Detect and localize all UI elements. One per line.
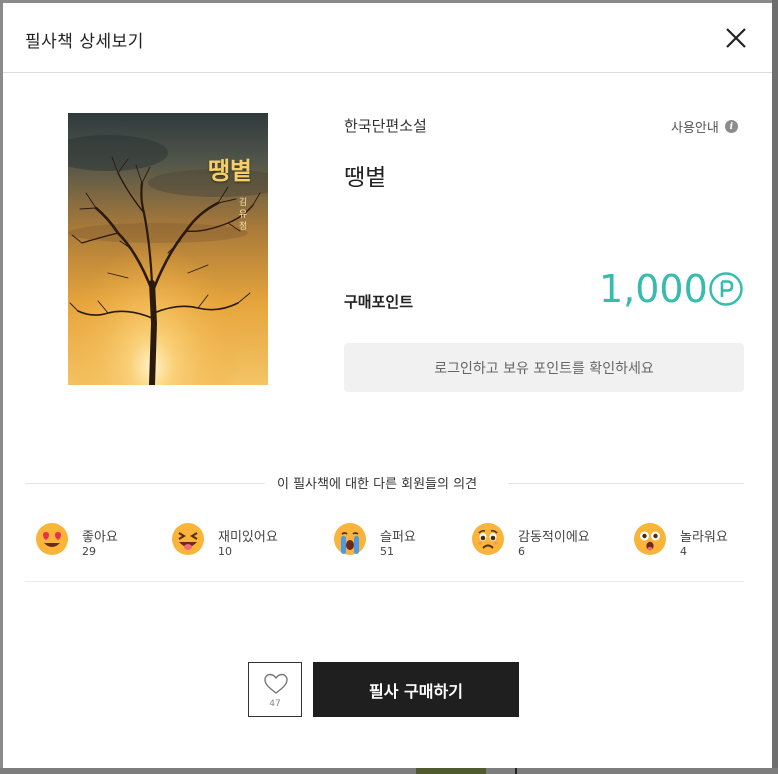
divider bbox=[508, 483, 744, 484]
usage-guide-label: 사용안내 bbox=[671, 121, 719, 136]
like-count: 47 bbox=[269, 699, 281, 709]
reaction-moved[interactable]: 감동적이에요 6 bbox=[461, 518, 611, 568]
reaction-count: 51 bbox=[380, 545, 394, 558]
like-button[interactable]: 47 bbox=[248, 662, 302, 717]
backdrop-right bbox=[772, 0, 778, 774]
cover-author: 김유정 bbox=[238, 198, 248, 232]
reaction-sad[interactable]: 슬퍼요 51 bbox=[323, 518, 453, 568]
heart-eyes-emoji-icon bbox=[36, 523, 68, 555]
book-title: 땡볕 bbox=[344, 165, 387, 191]
reaction-label: 슬퍼요 bbox=[380, 530, 416, 545]
backdrop-element bbox=[515, 768, 517, 774]
close-icon bbox=[726, 28, 746, 48]
backdrop-element bbox=[416, 768, 486, 774]
book-detail-modal: 필사책 상세보기 땡볕 김유정 한국단편소설 사용안내 i 땡볕 구매포인트 1… bbox=[3, 3, 772, 768]
modal-header: 필사책 상세보기 bbox=[3, 3, 772, 73]
reaction-count: 10 bbox=[218, 545, 232, 558]
laughing-tongue-emoji-icon bbox=[172, 523, 204, 555]
reaction-count: 29 bbox=[82, 545, 96, 558]
reaction-label: 놀라워요 bbox=[680, 530, 728, 545]
backdrop-bottom bbox=[0, 768, 778, 774]
point-coin-icon bbox=[709, 272, 743, 306]
book-cover: 땡볕 김유정 bbox=[68, 113, 268, 385]
book-category: 한국단편소설 bbox=[344, 117, 427, 135]
reaction-like[interactable]: 좋아요 29 bbox=[25, 518, 165, 568]
opinions-title: 이 필사책에 대한 다른 회원들의 의견 bbox=[277, 477, 478, 492]
surprised-emoji-icon bbox=[634, 523, 666, 555]
cover-title: 땡볕 bbox=[207, 156, 252, 185]
close-button[interactable] bbox=[723, 25, 749, 51]
points-value: 1,000 bbox=[599, 267, 708, 311]
reaction-label: 감동적이에요 bbox=[518, 530, 590, 545]
reaction-count: 6 bbox=[518, 545, 525, 558]
info-icon: i bbox=[724, 120, 738, 133]
usage-guide-link[interactable]: 사용안내 i bbox=[671, 117, 738, 136]
crying-emoji-icon bbox=[334, 523, 366, 555]
login-check-points-button[interactable]: 로그인하고 보유 포인트를 확인하세요 bbox=[344, 343, 744, 392]
reaction-list: 좋아요 29 재미있어요 10 슬퍼요 51 감동적이에요 6 놀라워요 4 bbox=[25, 518, 744, 582]
reaction-fun[interactable]: 재미있어요 10 bbox=[161, 518, 311, 568]
reaction-label: 좋아요 bbox=[82, 530, 118, 545]
teary-emoji-icon bbox=[472, 523, 504, 555]
reaction-surprised[interactable]: 놀라워요 4 bbox=[623, 518, 744, 568]
reaction-label: 재미있어요 bbox=[218, 530, 278, 545]
heart-outline-icon bbox=[264, 673, 288, 694]
buy-transcription-button[interactable]: 필사 구매하기 bbox=[313, 662, 519, 717]
modal-title: 필사책 상세보기 bbox=[25, 32, 144, 52]
points-label: 구매포인트 bbox=[344, 293, 414, 311]
reaction-count: 4 bbox=[680, 545, 687, 558]
divider bbox=[25, 483, 265, 484]
